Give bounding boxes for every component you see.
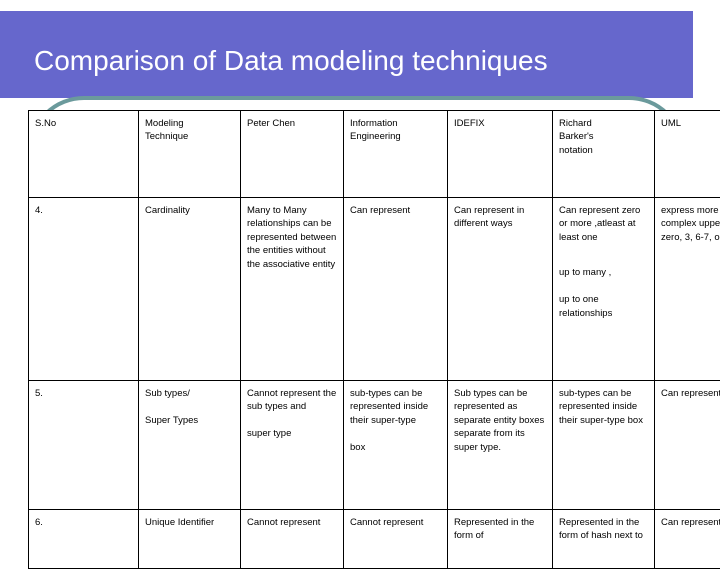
header-peter-chen-label: Peter Chen (247, 118, 295, 129)
row4-barker-spacer-1 (559, 244, 649, 253)
row4-cell-sno: 4. (29, 198, 139, 381)
row5-technique-value-b: Super Types (145, 415, 198, 426)
row5-cell-idefix: Sub types can be represented as separate… (448, 381, 553, 510)
table-row: 6. Unique Identifier Cannot represent Ca… (29, 510, 720, 569)
header-technique-line1: Modeling (145, 118, 184, 129)
row4-barker-value-a: Can represent zero or more ,atleast at l… (559, 205, 640, 243)
row6-sno-value: 6. (35, 517, 43, 528)
row4-cell-information-engineering: Can represent (344, 198, 448, 381)
header-sno-label: S.No (35, 118, 56, 129)
header-cell-sno: S.No (29, 111, 139, 198)
row5-info-eng-blank-line (350, 427, 442, 440)
row5-peter-chen-blank-line (247, 414, 338, 427)
row5-cell-peter-chen: Cannot represent the sub types and super… (241, 381, 344, 510)
row6-idefix-value: Represented in the form of (454, 517, 534, 541)
table-header-row: S.No Modeling Technique Peter Chen Infor… (29, 111, 720, 198)
table-row: 4. Cardinality Many to Many relationship… (29, 198, 720, 381)
row4-idefix-value: Can represent in different ways (454, 205, 524, 229)
row4-cell-idefix: Can represent in different ways (448, 198, 553, 381)
header-cell-information-engineering: Information Engineering (344, 111, 448, 198)
row5-barker-value: sub-types can be represented inside thei… (559, 388, 643, 426)
table-row: 5. Sub types/ Super Types Cannot represe… (29, 381, 720, 510)
row5-idefix-value: Sub types can be represented as separate… (454, 388, 544, 453)
row5-uml-value: Can represent (661, 388, 720, 399)
row5-cell-uml: Can represent (655, 381, 720, 510)
header-cell-modeling-technique: Modeling Technique (139, 111, 241, 198)
header-technique-line2: Technique (145, 131, 188, 142)
row6-peter-chen-value: Cannot represent (247, 517, 320, 528)
row6-cell-information-engineering: Cannot represent (344, 510, 448, 569)
title-banner: Comparison of Data modeling techniques (0, 11, 693, 98)
row5-info-eng-value-a: sub-types can be represented inside thei… (350, 388, 428, 426)
page-title: Comparison of Data modeling techniques (34, 45, 548, 77)
row4-cell-technique: Cardinality (139, 198, 241, 381)
row4-barker-value-c: up to one relationships (559, 294, 612, 318)
row5-cell-barker-notation: sub-types can be represented inside thei… (553, 381, 655, 510)
header-cell-barker-notation: Richard Barker's notation (553, 111, 655, 198)
header-uml-label: UML (661, 118, 681, 129)
row4-uml-value: express more complex upper limits, zero,… (661, 205, 720, 243)
header-cell-uml: UML (655, 111, 720, 198)
header-barker-line1: Richard (559, 118, 592, 129)
header-barker-line2: Barker's (559, 131, 594, 142)
row6-cell-sno: 6. (29, 510, 139, 569)
header-cell-peter-chen: Peter Chen (241, 111, 344, 198)
row6-uml-value: Can represent (661, 517, 720, 528)
header-barker-line3: notation (559, 145, 593, 156)
row5-technique-value-a: Sub types/ (145, 388, 190, 399)
row6-cell-technique: Unique Identifier (139, 510, 241, 569)
row4-peter-chen-value: Many to Many relationships can be repres… (247, 205, 336, 270)
row4-cell-uml: express more complex upper limits, zero,… (655, 198, 720, 381)
row4-technique-value: Cardinality (145, 205, 190, 216)
row6-technique-value: Unique Identifier (145, 517, 214, 528)
row6-cell-peter-chen: Cannot represent (241, 510, 344, 569)
row5-peter-chen-value-a: Cannot represent the sub types and (247, 388, 336, 412)
header-info-eng-line2: Engineering (350, 131, 401, 142)
row6-cell-uml: Can represent (655, 510, 720, 569)
row6-barker-value: Represented in the form of hash next to (559, 517, 643, 541)
row5-cell-technique: Sub types/ Super Types (139, 381, 241, 510)
row5-sno-value: 5. (35, 388, 43, 399)
header-idefix-label: IDEFIX (454, 118, 485, 129)
row4-barker-value-b: up to many , (559, 267, 611, 278)
row4-barker-blank-line (559, 253, 649, 266)
row4-barker-spacer-2 (559, 280, 649, 293)
row4-cell-peter-chen: Many to Many relationships can be repres… (241, 198, 344, 381)
row5-peter-chen-value-b: super type (247, 428, 291, 439)
row6-info-eng-value: Cannot represent (350, 517, 423, 528)
row6-cell-barker-notation: Represented in the form of hash next to (553, 510, 655, 569)
comparison-table: S.No Modeling Technique Peter Chen Infor… (28, 110, 720, 569)
header-cell-idefix: IDEFIX (448, 111, 553, 198)
row4-info-eng-value: Can represent (350, 205, 410, 216)
row5-cell-sno: 5. (29, 381, 139, 510)
row4-sno-value: 4. (35, 205, 43, 216)
row5-info-eng-value-b: box (350, 442, 365, 453)
row6-cell-idefix: Represented in the form of (448, 510, 553, 569)
row5-cell-information-engineering: sub-types can be represented inside thei… (344, 381, 448, 510)
row5-technique-blank-line (145, 400, 235, 413)
header-info-eng-line1: Information (350, 118, 398, 129)
row4-cell-barker-notation: Can represent zero or more ,atleast at l… (553, 198, 655, 381)
